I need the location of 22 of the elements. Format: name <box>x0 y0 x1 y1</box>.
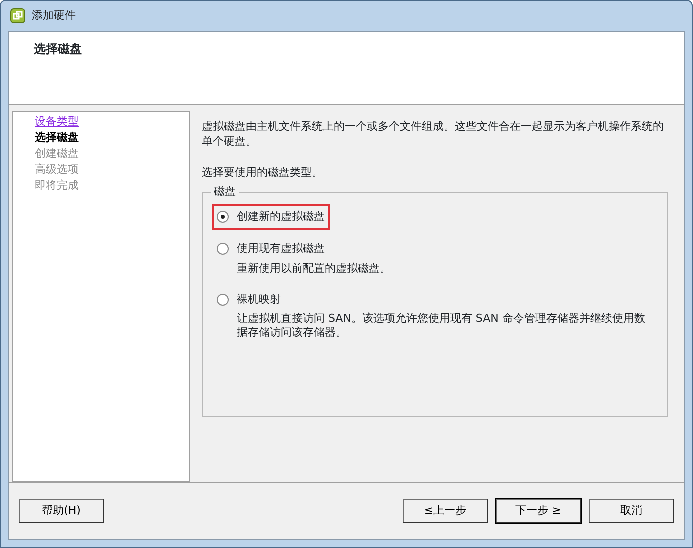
option-description: 让虚拟机直接访问 SAN。该选项允许您使用现有 SAN 命令管理存储器并继续使用数据存储访问该存储器。 <box>237 312 646 340</box>
step-label: 选择磁盘 <box>35 130 79 146</box>
option-label[interactable]: 创建新的虚拟磁盘 <box>237 208 325 225</box>
option-label[interactable]: 使用现有虚拟磁盘 <box>237 241 391 258</box>
intro-text: 虚拟磁盘由主机文件系统上的一个或多个文件组成。这些文件合在一起显示为客户机操作系统的单个硬盘。 <box>202 119 665 149</box>
radio-button[interactable] <box>217 210 229 222</box>
prompt-text: 选择要使用的磁盘类型。 <box>202 165 324 181</box>
wizard-button[interactable]: 帮助(H) <box>19 499 104 523</box>
option-label[interactable]: 裸机映射 <box>237 292 653 308</box>
window-title: 添加硬件 <box>32 8 76 24</box>
step-label: 即将完成 <box>35 178 79 194</box>
step-label: 高级选项 <box>35 162 79 178</box>
radio-button[interactable] <box>217 294 229 306</box>
radio-button[interactable] <box>217 243 229 255</box>
step-link[interactable]: 设备类型 <box>35 114 79 130</box>
wizard-button[interactable]: 下一步 ≥ <box>496 499 581 523</box>
wizard-button[interactable]: 取消 <box>589 499 674 523</box>
option-description: 重新使用以前配置的虚拟磁盘。 <box>237 262 391 276</box>
header-title: 选择磁盘 <box>34 42 82 56</box>
step-label: 创建磁盘 <box>35 146 79 162</box>
wizard-button[interactable]: ≤上一步 <box>403 499 488 523</box>
app-icon <box>10 8 26 24</box>
